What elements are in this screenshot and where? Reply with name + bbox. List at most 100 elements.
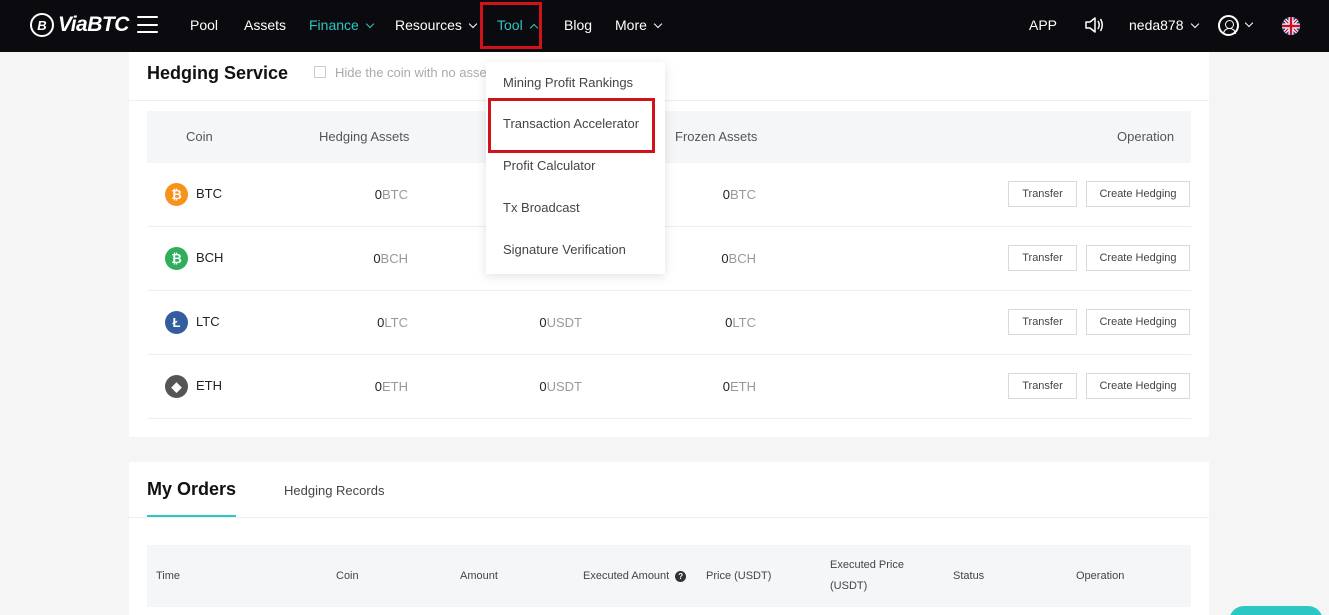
accelerator-highlight-box (488, 98, 655, 153)
user-icon[interactable] (1218, 15, 1239, 36)
create-hedging-button[interactable]: Create Hedging (1086, 309, 1190, 335)
nav-more[interactable]: More (615, 0, 663, 52)
nav-app[interactable]: APP (1029, 0, 1057, 52)
nav-finance[interactable]: Finance (309, 0, 375, 52)
coin-name: BTC (196, 186, 222, 201)
hedging-row: ◆ ETH 0ETH 0USDT 0ETH Transfer Create Hedg… (147, 355, 1191, 419)
nav-more-label: More (615, 17, 647, 33)
col-time: Time (156, 570, 181, 582)
support-chat-button[interactable] (1229, 606, 1323, 615)
hedging-table-header: Coin Hedging Assets Frozen Assets Operat… (147, 111, 1191, 163)
usdt-cell-value: 0 (539, 379, 547, 394)
nav-resources-label: Resources (395, 17, 462, 33)
usdt-cell-unit: USDT (546, 315, 582, 330)
nav-username[interactable]: neda878 (1129, 0, 1199, 52)
create-hedging-button[interactable]: Create Hedging (1086, 181, 1190, 207)
top-nav: B ViaBTC Pool Assets Finance Resources T… (0, 0, 1329, 52)
hedging-assets-cell-value: 0 (373, 251, 381, 266)
eth-coin-icon: ◆ (165, 375, 188, 398)
col-frozen-assets: Frozen Assets (675, 129, 758, 144)
username-label: neda878 (1129, 17, 1184, 33)
bch-coin-icon: ₿ (165, 247, 188, 270)
frozen-assets-cell-unit: BTC (730, 187, 756, 202)
tool-dropdown-menu: Mining Profit Rankings Transaction Accel… (486, 62, 665, 274)
chevron-down-icon (653, 19, 663, 29)
col-executed-price: Executed Price (830, 559, 904, 571)
transfer-button[interactable]: Transfer (1008, 309, 1077, 335)
col-coin: Coin (186, 129, 213, 144)
frozen-assets-cell-value: 0 (722, 187, 730, 202)
hedging-row: ₿ BTC 0BTC 0BTC Transfer Create Hedging (147, 163, 1191, 227)
nav-resources[interactable]: Resources (395, 0, 478, 52)
chevron-down-icon[interactable] (1244, 16, 1254, 34)
nav-pool[interactable]: Pool (190, 0, 218, 52)
nav-assets[interactable]: Assets (244, 0, 286, 52)
tab-my-orders[interactable]: My Orders (147, 479, 236, 500)
col-operation: Operation (1076, 570, 1125, 582)
col-operation: Operation (1117, 129, 1175, 144)
col-executed-price-unit: (USDT) (830, 580, 868, 592)
usdt-cell: 0USDT (539, 379, 582, 394)
frozen-assets-cell-value: 0 (721, 251, 729, 266)
hedging-assets-cell-unit: BTC (382, 187, 408, 202)
hedging-title: Hedging Service (147, 63, 289, 83)
hedging-assets-cell: 0BCH (373, 251, 408, 266)
hedging-assets-cell-value: 0 (374, 187, 382, 202)
divider (129, 517, 1209, 518)
frozen-assets-cell: 0LTC (725, 315, 756, 330)
orders-card: My Orders Hedging Records Time Coin Amou… (129, 462, 1209, 615)
transfer-button[interactable]: Transfer (1008, 373, 1077, 399)
frozen-assets-cell-unit: BCH (728, 251, 756, 266)
menu-mining-profit-rankings[interactable]: Mining Profit Rankings (503, 75, 633, 90)
orders-table-header: Time Coin Amount Executed Amount? Price … (147, 545, 1191, 607)
coin-name: LTC (196, 314, 220, 329)
hide-empty-checkbox[interactable] (314, 66, 326, 78)
hamburger-icon[interactable] (137, 16, 158, 33)
frozen-assets-cell-unit: ETH (730, 379, 756, 394)
frozen-assets-cell: 0BTC (723, 187, 756, 202)
frozen-assets-cell: 0BCH (721, 251, 756, 266)
logo-text: ViaBTC (58, 13, 129, 36)
col-hedging-assets: Hedging Assets (319, 129, 410, 144)
create-hedging-button[interactable]: Create Hedging (1086, 245, 1190, 271)
usdt-cell-value: 0 (539, 315, 547, 330)
menu-tx-broadcast[interactable]: Tx Broadcast (503, 200, 580, 215)
uk-flag-icon[interactable] (1282, 17, 1300, 35)
col-price: Price (USDT) (706, 570, 772, 582)
tab-hedging-records[interactable]: Hedging Records (284, 483, 384, 498)
tool-highlight-box (480, 2, 542, 49)
coin-name: ETH (196, 378, 222, 393)
usdt-cell-unit: USDT (546, 379, 582, 394)
logo-mark: B (30, 13, 54, 37)
chevron-down-icon (1190, 19, 1199, 29)
menu-signature-verification[interactable]: Signature Verification (503, 242, 626, 257)
btc-coin-icon: ₿ (165, 183, 188, 206)
ltc-coin-icon: Ł (165, 311, 188, 334)
col-coin: Coin (336, 570, 359, 582)
chevron-down-icon (365, 19, 375, 29)
frozen-assets-cell-unit: LTC (732, 315, 756, 330)
transfer-button[interactable]: Transfer (1008, 245, 1077, 271)
hedging-assets-cell-unit: ETH (382, 379, 408, 394)
hedging-assets-cell: 0BTC (375, 187, 408, 202)
nav-blog[interactable]: Blog (564, 0, 592, 52)
menu-profit-calculator[interactable]: Profit Calculator (503, 158, 595, 173)
viabtc-logo[interactable]: B ViaBTC (30, 12, 129, 38)
col-amount: Amount (460, 570, 498, 582)
coin-name: BCH (196, 250, 224, 265)
nav-finance-label: Finance (309, 17, 359, 33)
hedging-service-card: Hedging Service Hide the coin with no as… (129, 52, 1209, 437)
executed-amount-label: Executed Amount (583, 570, 670, 582)
chevron-down-icon (468, 19, 478, 29)
help-icon[interactable]: ? (675, 571, 687, 582)
usdt-cell: 0USDT (539, 315, 582, 330)
transfer-button[interactable]: Transfer (1008, 181, 1077, 207)
col-executed-amount: Executed Amount? (583, 570, 687, 582)
hide-empty-label[interactable]: Hide the coin with no asse (335, 65, 487, 80)
create-hedging-button[interactable]: Create Hedging (1086, 373, 1190, 399)
col-status: Status (953, 570, 985, 582)
hedging-assets-cell-unit: LTC (384, 315, 408, 330)
speaker-icon[interactable] (1084, 16, 1104, 34)
divider (129, 100, 1209, 101)
frozen-assets-cell-value: 0 (722, 379, 730, 394)
